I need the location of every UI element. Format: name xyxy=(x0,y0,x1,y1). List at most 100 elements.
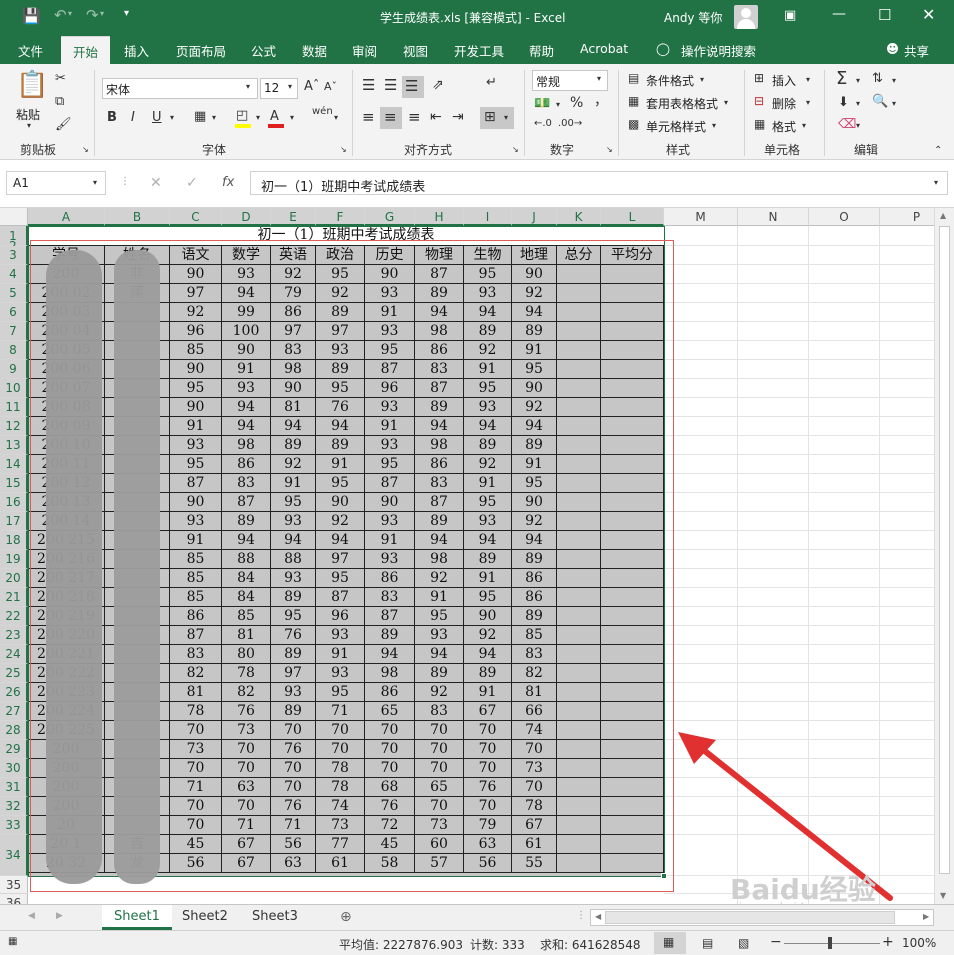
score-cell[interactable]: 70 xyxy=(512,778,557,797)
row-header-16[interactable]: 16 xyxy=(0,493,28,512)
total-cell[interactable] xyxy=(557,721,601,740)
total-cell[interactable] xyxy=(557,398,601,417)
score-cell[interactable]: 93 xyxy=(316,341,365,360)
tab-help[interactable]: 帮助 xyxy=(529,41,554,60)
score-cell[interactable]: 70 xyxy=(415,759,464,778)
score-cell[interactable]: 86 xyxy=(222,455,271,474)
score-cell[interactable]: 92 xyxy=(512,398,557,417)
average-cell[interactable] xyxy=(601,607,664,626)
row-header-14[interactable]: 14 xyxy=(0,455,28,474)
column-header-o[interactable]: O xyxy=(809,208,880,226)
score-cell[interactable]: 70 xyxy=(415,797,464,816)
total-cell[interactable] xyxy=(557,816,601,835)
fill-color-dropdown-icon[interactable]: ▾ xyxy=(256,114,260,122)
find-select-dropdown-icon[interactable]: ▾ xyxy=(892,100,896,108)
tab-split-icon[interactable]: ⋮ xyxy=(576,911,586,921)
header-cell[interactable]: 政治 xyxy=(316,246,365,265)
row-header-25[interactable]: 25 xyxy=(0,664,28,683)
delete-cells-button[interactable]: 删除 xyxy=(772,95,796,112)
score-cell[interactable]: 89 xyxy=(316,360,365,379)
score-cell[interactable]: 94 xyxy=(464,531,512,550)
score-cell[interactable]: 70 xyxy=(415,721,464,740)
score-cell[interactable]: 45 xyxy=(365,835,415,854)
score-cell[interactable]: 76 xyxy=(271,797,316,816)
page-break-view-icon[interactable]: ▧ xyxy=(738,936,749,950)
row-header-26[interactable]: 26 xyxy=(0,683,28,702)
score-cell[interactable]: 95 xyxy=(512,474,557,493)
average-cell[interactable] xyxy=(601,721,664,740)
score-cell[interactable]: 70 xyxy=(365,759,415,778)
score-cell[interactable]: 74 xyxy=(316,797,365,816)
select-all-corner[interactable] xyxy=(0,208,28,226)
score-cell[interactable]: 91 xyxy=(512,341,557,360)
avatar[interactable] xyxy=(734,5,758,29)
score-cell[interactable]: 89 xyxy=(316,436,365,455)
wrap-text-icon[interactable]: ↵ xyxy=(486,76,497,89)
score-cell[interactable]: 93 xyxy=(271,512,316,531)
score-cell[interactable]: 70 xyxy=(271,759,316,778)
score-cell[interactable]: 94 xyxy=(512,531,557,550)
scroll-right-icon[interactable]: ▶ xyxy=(923,913,929,921)
cell-styles-button[interactable]: 单元格样式 xyxy=(646,118,706,135)
score-cell[interactable]: 84 xyxy=(222,569,271,588)
score-cell[interactable]: 90 xyxy=(222,341,271,360)
score-cell[interactable]: 87 xyxy=(170,626,222,645)
score-cell[interactable]: 86 xyxy=(271,303,316,322)
score-cell[interactable]: 92 xyxy=(464,455,512,474)
score-cell[interactable]: 73 xyxy=(222,721,271,740)
score-cell[interactable]: 73 xyxy=(170,740,222,759)
redo-icon[interactable]: ↷ xyxy=(86,6,99,24)
average-cell[interactable] xyxy=(601,816,664,835)
row-header-5[interactable]: 5 xyxy=(0,284,28,303)
cancel-icon[interactable]: ✕ xyxy=(150,176,162,190)
tell-me-search[interactable]: 操作说明搜索 xyxy=(681,41,756,60)
total-cell[interactable] xyxy=(557,550,601,569)
average-cell[interactable] xyxy=(601,531,664,550)
score-cell[interactable]: 95 xyxy=(316,474,365,493)
score-cell[interactable]: 70 xyxy=(365,740,415,759)
clear-dropdown-icon[interactable]: ▾ xyxy=(856,122,860,130)
row-header-7[interactable]: 7 xyxy=(0,322,28,341)
average-cell[interactable] xyxy=(601,797,664,816)
row-header-28[interactable]: 28 xyxy=(0,721,28,740)
score-cell[interactable]: 56 xyxy=(170,854,222,873)
name-box[interactable]: A1 xyxy=(6,171,106,195)
header-cell[interactable]: 生物 xyxy=(464,246,512,265)
share-icon[interactable]: ☻ xyxy=(886,41,899,56)
score-cell[interactable]: 93 xyxy=(271,569,316,588)
score-cell[interactable]: 71 xyxy=(271,816,316,835)
score-cell[interactable]: 89 xyxy=(365,626,415,645)
header-cell[interactable]: 地理 xyxy=(512,246,557,265)
score-cell[interactable]: 95 xyxy=(464,493,512,512)
clear-icon[interactable]: ⌫ xyxy=(838,118,856,131)
score-cell[interactable]: 76 xyxy=(271,740,316,759)
column-header-b[interactable]: B xyxy=(105,208,170,226)
tab-page-layout[interactable]: 页面布局 xyxy=(176,41,226,60)
format-as-table-icon[interactable]: ▦ xyxy=(628,95,639,107)
score-cell[interactable]: 91 xyxy=(464,683,512,702)
orientation-icon[interactable]: ⇗ xyxy=(432,78,444,92)
score-cell[interactable]: 89 xyxy=(512,607,557,626)
score-cell[interactable]: 70 xyxy=(365,721,415,740)
score-cell[interactable]: 90 xyxy=(170,398,222,417)
score-cell[interactable]: 93 xyxy=(464,398,512,417)
score-cell[interactable]: 93 xyxy=(316,626,365,645)
score-cell[interactable]: 96 xyxy=(365,379,415,398)
score-cell[interactable]: 89 xyxy=(415,664,464,683)
score-cell[interactable]: 83 xyxy=(222,474,271,493)
score-cell[interactable]: 94 xyxy=(415,531,464,550)
column-header-a[interactable]: A xyxy=(28,208,105,226)
score-cell[interactable]: 55 xyxy=(512,854,557,873)
score-cell[interactable]: 90 xyxy=(271,379,316,398)
column-header-k[interactable]: K xyxy=(557,208,601,226)
score-cell[interactable]: 92 xyxy=(271,455,316,474)
score-cell[interactable]: 57 xyxy=(415,854,464,873)
row-header-18[interactable]: 18 xyxy=(0,531,28,550)
row-header-10[interactable]: 10 xyxy=(0,379,28,398)
tab-view[interactable]: 视图 xyxy=(403,41,428,60)
zoom-slider-track[interactable] xyxy=(784,943,880,944)
total-cell[interactable] xyxy=(557,474,601,493)
column-header-d[interactable]: D xyxy=(222,208,271,226)
score-cell[interactable]: 79 xyxy=(271,284,316,303)
column-header-h[interactable]: H xyxy=(415,208,464,226)
